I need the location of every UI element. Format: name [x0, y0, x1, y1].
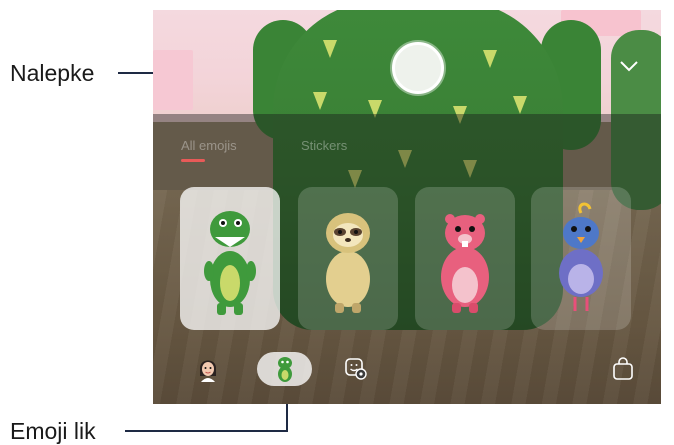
room-shelf [153, 50, 193, 110]
emoji-card-sloth[interactable] [298, 187, 398, 330]
tab-stickers[interactable]: Stickers [301, 138, 347, 153]
dinosaur-spike [513, 96, 527, 114]
dinosaur-emoji-icon [277, 357, 292, 382]
stickers-callout-label: Nalepke [10, 60, 95, 86]
emoji-character-callout-label: Emoji lik [10, 418, 96, 444]
bird-emoji-icon [559, 202, 603, 311]
emoji-card-bird[interactable] [531, 187, 631, 330]
emoji-card-beaver[interactable] [415, 187, 515, 330]
selected-tab-indicator [181, 159, 205, 162]
character-emoji-button[interactable] [257, 352, 312, 386]
shopping-bag-icon [613, 357, 633, 380]
emoji-settings-icon [345, 358, 367, 380]
capture-button[interactable] [392, 42, 444, 94]
emoji-sticker-settings-button[interactable] [341, 352, 371, 386]
dinosaur-spike [323, 40, 337, 58]
collapse-panel-button[interactable] [615, 52, 643, 80]
dinosaur-emoji-icon [204, 210, 256, 315]
ar-emoji-camera-screen: All emojis Stickers [153, 10, 661, 404]
beaver-emoji-icon [441, 213, 489, 313]
chevron-down-icon [620, 61, 638, 72]
tab-all-emojis[interactable]: All emojis [181, 138, 237, 153]
store-button[interactable] [608, 352, 638, 386]
sloth-emoji-icon [326, 212, 370, 313]
emoji-character-callout-line-h [125, 430, 287, 432]
dinosaur-spike [313, 92, 327, 110]
dinosaur-spike [483, 50, 497, 68]
avatar-icon [200, 360, 216, 382]
emoji-card-dinosaur[interactable] [180, 187, 280, 330]
my-emoji-avatar-button[interactable] [193, 352, 223, 386]
